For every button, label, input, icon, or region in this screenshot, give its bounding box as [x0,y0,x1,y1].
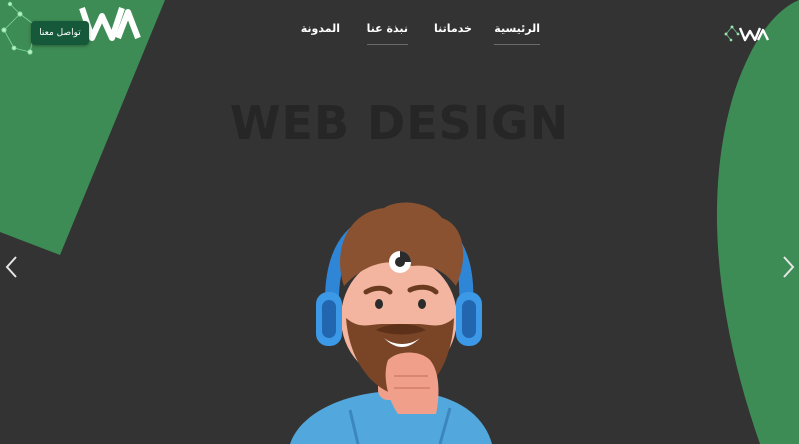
nav-blog[interactable]: المدونة [301,22,340,35]
hero-title: WEB DESIGN [229,96,570,150]
chevron-right-icon[interactable] [780,254,796,280]
nav-services[interactable]: خدماتنا [434,22,472,35]
right-green-shape [716,0,799,444]
nav-home[interactable]: الرئيسية [494,22,540,45]
contact-us-button[interactable]: تواصل معنا [31,21,89,45]
bearded-man-with-headphones-illustration [290,202,492,444]
hero-slider: تواصل معنا الرئيسية خدماتنا نبذة عنا الم… [0,0,799,444]
chevron-left-icon[interactable] [4,254,20,280]
nav-about[interactable]: نبذة عنا [366,22,409,45]
small-logo-icon[interactable] [724,22,772,44]
main-nav: الرئيسية خدماتنا نبذة عنا المدونة [270,22,540,45]
